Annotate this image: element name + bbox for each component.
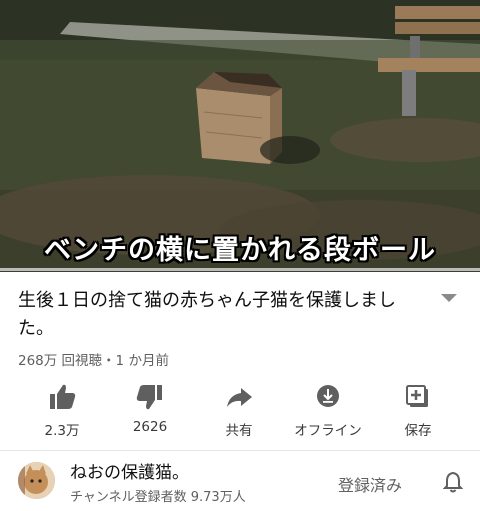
thumbs-up-icon (50, 384, 76, 409)
view-count: 268万 回視聴・1 か月前 (18, 353, 169, 369)
notification-bell-button[interactable] (442, 471, 464, 497)
like-count: 2.3万 (44, 423, 80, 439)
divider (0, 450, 480, 451)
dislike-button[interactable]: 2626 (105, 378, 195, 442)
channel-name[interactable]: ねおの保護猫。 (70, 458, 189, 483)
share-label: 共有 (225, 423, 253, 439)
save-playlist-icon (406, 385, 428, 407)
video-player[interactable]: ベンチの横に置かれる段ボール (0, 0, 480, 272)
channel-avatar[interactable] (18, 462, 55, 499)
expand-description-icon[interactable] (441, 294, 457, 302)
save-button[interactable]: 保存 (373, 378, 463, 442)
bell-icon (442, 471, 464, 493)
cat-avatar-icon (18, 462, 55, 499)
video-title: 生後１日の捨て猫の赤ちゃん子猫を保護しました。 (18, 290, 396, 339)
subscribed-button[interactable]: 登録済み (338, 472, 402, 496)
video-progress-bar[interactable] (0, 268, 480, 271)
video-caption: ベンチの横に置かれる段ボール (44, 235, 436, 266)
thumbs-down-icon (136, 385, 162, 410)
video-actions: 2.3万 2626 共有 オフライン 保存 (0, 378, 480, 442)
share-button[interactable]: 共有 (194, 378, 284, 442)
dislike-count: 2626 (132, 419, 168, 435)
subscriber-count: チャンネル登録者数 9.73万人 (70, 490, 246, 505)
download-icon (317, 385, 339, 407)
offline-label: オフライン (294, 423, 362, 439)
save-label: 保存 (404, 423, 432, 439)
share-icon (227, 388, 252, 407)
like-button[interactable]: 2.3万 (17, 378, 107, 442)
offline-button[interactable]: オフライン (283, 378, 373, 442)
